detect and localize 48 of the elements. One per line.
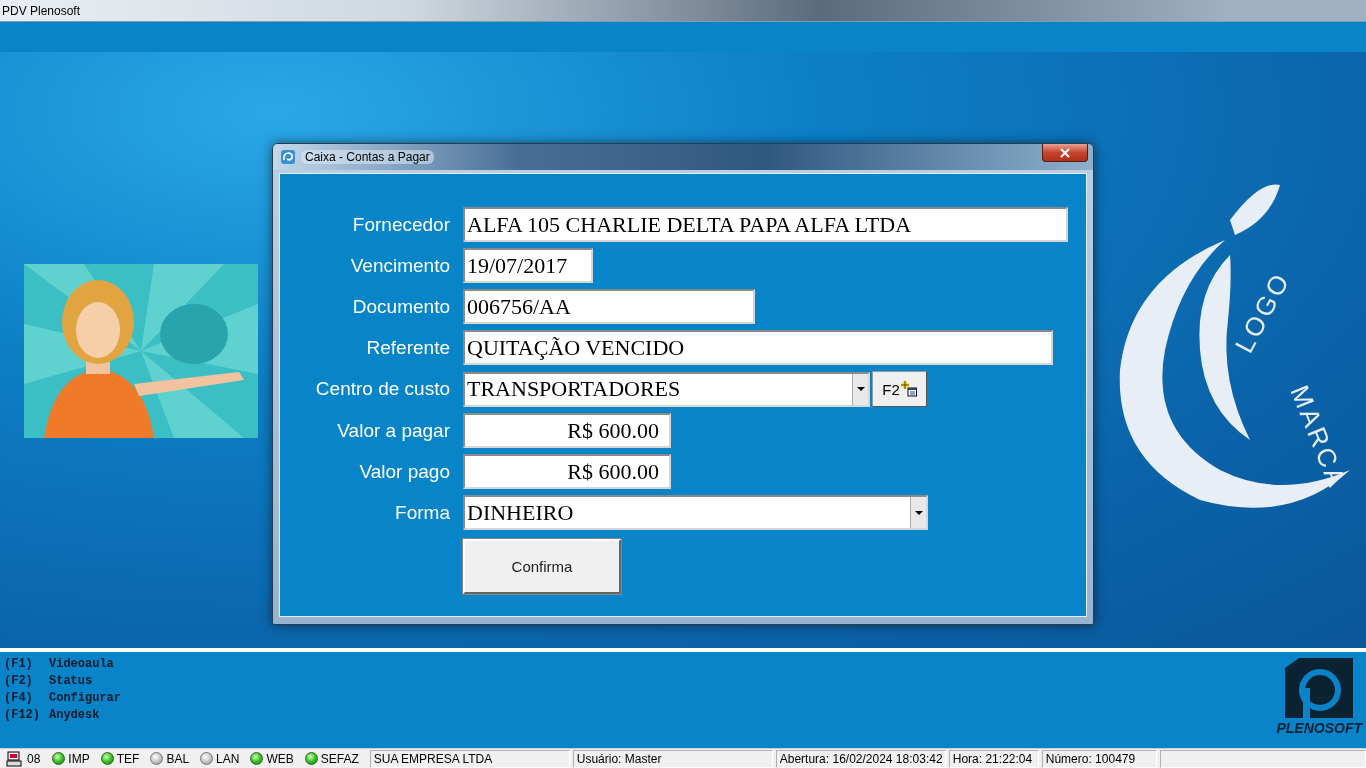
caret-icon [914,510,923,515]
field-label: Fornecedor [351,213,450,236]
input-field[interactable]: R$ 600.00 [463,454,671,489]
status-panel: Número: 100479 [1041,749,1157,768]
status-panel: Abertura: 16/02/2024 18:03:42 [775,749,946,768]
shortcut-label[interactable]: Videoaula [49,657,114,674]
dialog-title: Caixa - Contas a Pagar [301,150,434,164]
input-field[interactable]: ALFA 105 CHARLIE DELTA PAPA ALFA LTDA [463,207,1068,242]
field-label: Forma [394,501,450,524]
status-label: SEFAZ [320,751,359,766]
app-title: PDV Plenosoft [2,3,81,18]
field-label: Centro de custo [314,378,450,400]
status-label: IMP [68,751,90,766]
status-panel: SUA EMPRESA LTDA [369,749,570,768]
input-field[interactable]: QUITAÇÃO VENCIDO [463,330,1053,365]
add-table-icon [900,381,917,397]
shortcut-key: (F12) [4,708,49,725]
shortcut-key: (F2) [4,674,49,691]
brand-logo-icon [1283,658,1356,718]
field-label: Valor pago [358,460,450,483]
shortcut-key: (F1) [4,657,49,674]
status-panel: Usuário: Master [572,749,773,768]
app-icon [280,149,296,165]
input-field[interactable]: 006756/AA [463,289,755,324]
shortcut-label[interactable]: Anydesk [49,708,100,725]
terminal-number: 08 [27,751,41,766]
status-panel: Hora: 21:22:04 [948,749,1039,768]
status-label: WEB [266,751,294,766]
close-icon [1060,147,1070,158]
shortcut-key: (F4) [4,691,49,708]
dropdown-field[interactable]: TRANSPORTADORES [463,371,870,407]
field-label: Valor a pagar [336,419,450,442]
status-label: TEF [116,751,140,766]
confirm-button[interactable]: Confirma [463,539,621,594]
input-field[interactable]: 19/07/2017 [463,248,593,283]
status-label: LAN [216,751,240,766]
field-label: Referente [365,336,450,359]
dropdown-field[interactable]: DINHEIRO [463,495,928,530]
caret-icon [856,387,865,391]
input-field[interactable]: R$ 600.00 [463,413,671,448]
close-button[interactable] [1042,144,1088,162]
field-label: Vencimento [349,254,450,277]
shortcut-label[interactable]: Configurar [49,691,121,708]
status-label: BAL [166,751,190,766]
shortcut-label[interactable]: Status [49,674,93,691]
add-button[interactable]: F2 [872,371,927,407]
field-label: Documento [351,295,450,318]
brand-name: PLENOSOFT [1276,720,1362,736]
